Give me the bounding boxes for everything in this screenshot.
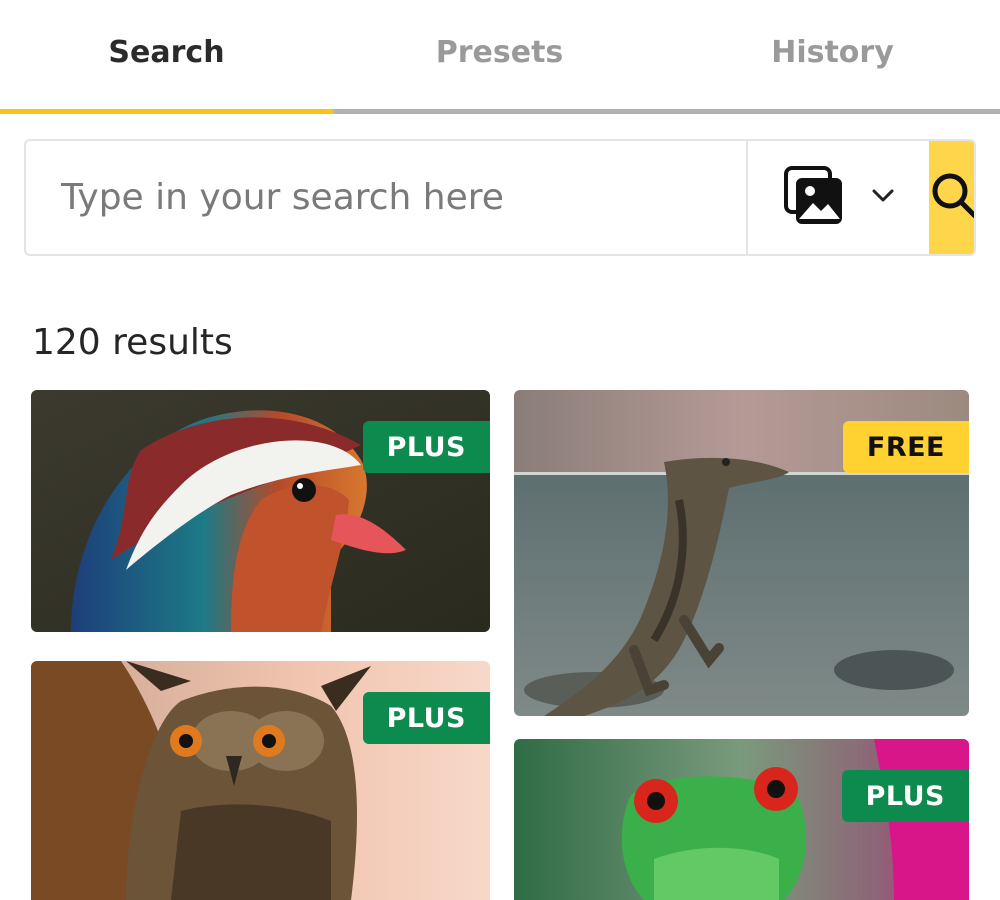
active-tab-indicator <box>0 109 333 114</box>
results-count: 120 results <box>32 322 233 363</box>
search-icon <box>929 170 974 226</box>
tab-presets[interactable]: Presets <box>333 0 666 111</box>
images-icon <box>783 165 845 231</box>
result-card-tree-frog[interactable]: PLUS <box>514 739 969 900</box>
chevron-down-icon <box>871 188 895 208</box>
result-card-crocodile[interactable]: FREE <box>514 390 969 716</box>
plus-badge: PLUS <box>841 770 969 822</box>
result-card-owl[interactable]: PLUS <box>31 661 490 900</box>
plus-badge: PLUS <box>362 692 490 744</box>
search-bar <box>24 139 976 256</box>
plus-badge: PLUS <box>362 421 490 473</box>
tab-bar: Search Presets History <box>0 0 1000 115</box>
search-input[interactable] <box>26 141 746 254</box>
tab-divider <box>333 109 1000 114</box>
free-badge: FREE <box>842 421 969 473</box>
search-button[interactable] <box>929 141 974 254</box>
result-card-mandarin-duck[interactable]: PLUS <box>31 390 490 632</box>
tab-search[interactable]: Search <box>0 0 333 111</box>
image-type-dropdown[interactable] <box>746 141 929 254</box>
tab-history[interactable]: History <box>666 0 999 111</box>
